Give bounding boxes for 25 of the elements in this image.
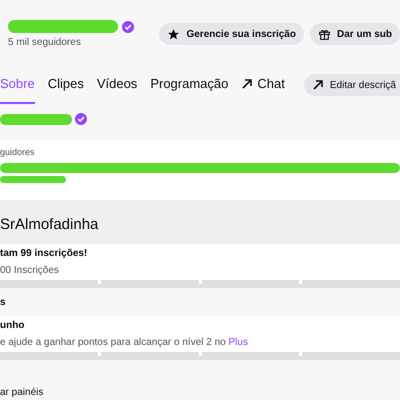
edit-panels-link[interactable]: ar painéis (0, 385, 44, 400)
tab[interactable]: Clipes (48, 66, 84, 104)
scribble-mark (0, 114, 72, 124)
tab[interactable]: Programação (150, 66, 228, 104)
gift-icon (318, 28, 331, 40)
goal-subtitle: 00 Inscrições (0, 264, 60, 278)
tab[interactable]: Sobre (0, 66, 35, 104)
verified-icon (75, 113, 87, 125)
goals-title: SrAlmofadinha (0, 214, 98, 234)
follower-count: 5 mil seguidores (8, 36, 82, 50)
goal-title: unho (0, 319, 26, 333)
header-button[interactable]: Dar um sub (310, 23, 400, 45)
plus-link[interactable]: Plus (228, 337, 248, 348)
tab[interactable]: Vídeos (96, 66, 138, 104)
header-button[interactable]: Gerencie sua inscrição (159, 23, 304, 45)
goal-description: e ajude a ganhar pontos para alcançar o nível 2 no Plus (0, 336, 249, 350)
edit-description-button[interactable]: Editar descriçã (304, 74, 400, 96)
followers-label: guidores (0, 146, 36, 159)
star-icon (167, 28, 180, 40)
goal-title: tam 99 inscrições! (0, 247, 88, 261)
scribble-mark (0, 176, 66, 182)
tab[interactable]: Chat (241, 66, 285, 104)
verified-icon (122, 20, 134, 32)
arrow-icon (312, 79, 324, 91)
section-label: s (0, 296, 6, 310)
